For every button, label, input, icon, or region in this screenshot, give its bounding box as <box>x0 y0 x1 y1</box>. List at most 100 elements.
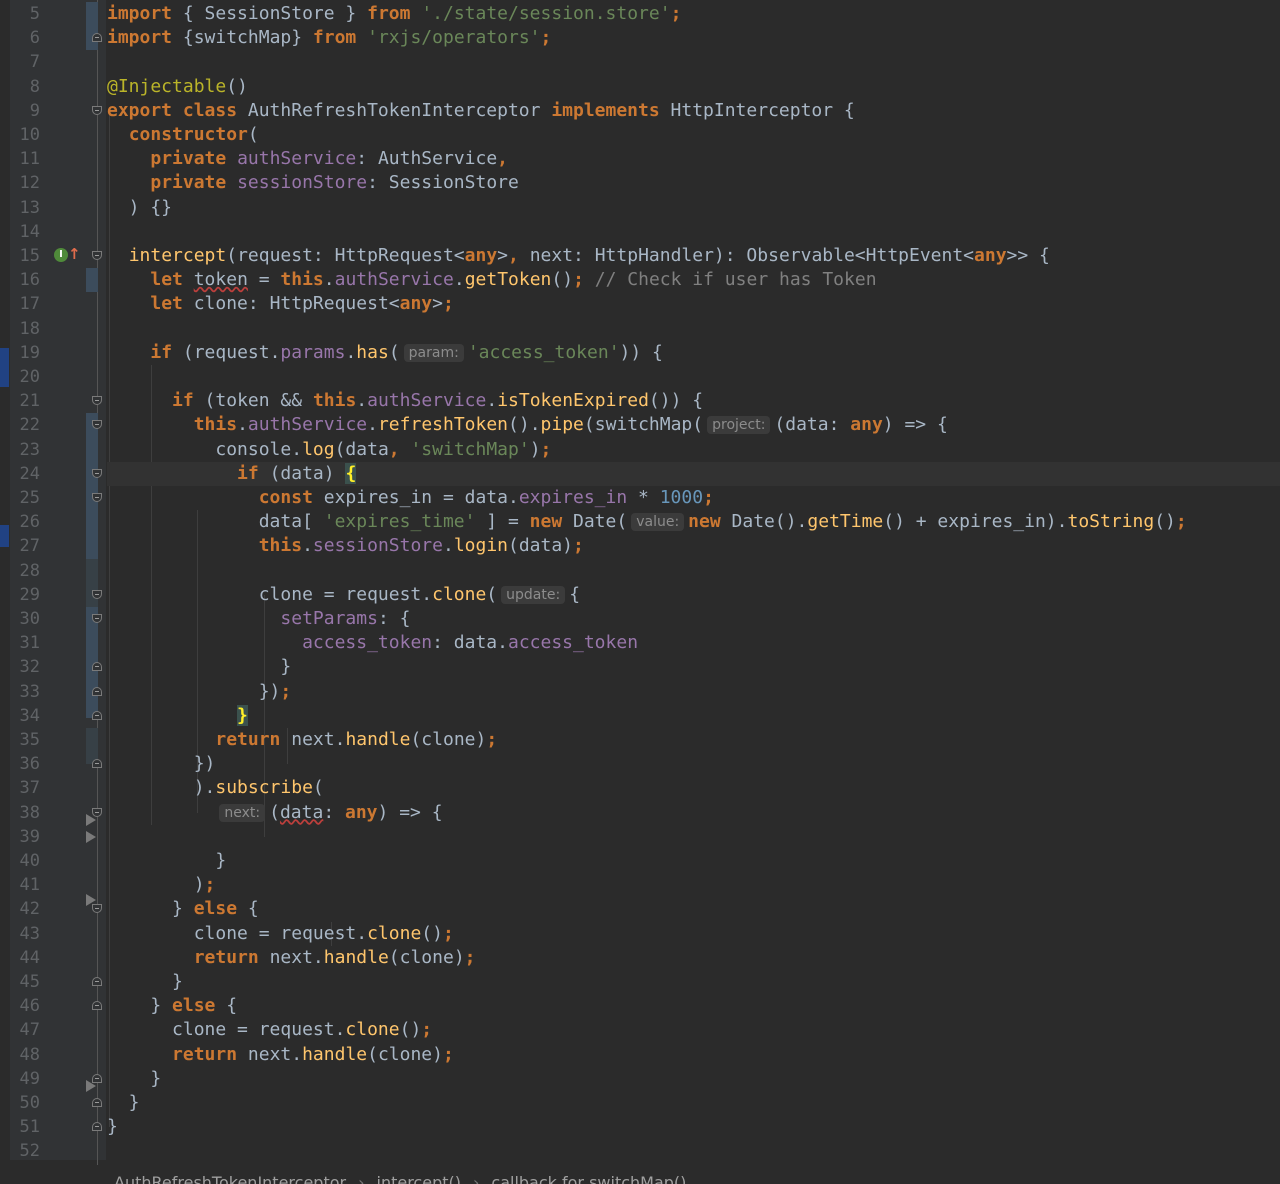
fold-icon[interactable] <box>92 686 102 696</box>
code-line[interactable]: export class AuthRefreshTokenInterceptor… <box>107 99 855 123</box>
vcs-change-marker[interactable] <box>86 558 98 607</box>
collapsed-region-arrow-icon[interactable] <box>86 813 96 826</box>
breadcrumb: AuthRefreshTokenInterceptor › intercept() ›… <box>114 1173 686 1184</box>
line-number: 47 <box>19 1020 40 1041</box>
code-line[interactable]: clone = request.clone(); <box>107 1018 432 1042</box>
collapsed-region-arrow-icon[interactable] <box>86 1080 96 1093</box>
bookmark-marker[interactable] <box>0 365 9 387</box>
fold-icon[interactable] <box>92 1122 102 1132</box>
code-line[interactable]: setParams: { <box>107 607 410 631</box>
code-token: subscribe <box>215 777 313 799</box>
code-line[interactable]: return next.handle(clone); <box>107 946 476 970</box>
fold-icon[interactable] <box>92 468 102 478</box>
code-line[interactable]: let token = this.authService.getToken();… <box>107 268 876 292</box>
code-line[interactable]: constructor( <box>107 123 259 147</box>
code-token: ] = <box>475 511 530 533</box>
code-line[interactable]: } <box>107 655 291 679</box>
code-token: authService <box>334 269 454 291</box>
code-line[interactable]: if (request.params.has(param:'access_tok… <box>107 341 663 365</box>
code-editor[interactable]: 5 6 7 8 9 10 11 12 13 14 15 16 17 18 19 20 21 22 23 24 25 26 2… <box>0 0 1280 1184</box>
fold-icon[interactable] <box>92 105 102 115</box>
code-token: any <box>850 414 883 436</box>
code-line[interactable]: } else { <box>107 994 237 1018</box>
code-line[interactable]: if (data) { <box>107 461 1280 486</box>
code-token: HttpInterceptor { <box>659 99 855 121</box>
line-number: 18 <box>19 318 40 339</box>
code-line[interactable]: data[ 'expires_time' ] = new Date(value:… <box>107 510 1187 534</box>
code-line[interactable]: private sessionStore: SessionStore <box>107 171 518 195</box>
code-token: next. <box>237 1043 303 1065</box>
code-line[interactable]: } <box>107 704 248 728</box>
code-line[interactable]: next: (data: any) => { <box>107 801 443 825</box>
code-line[interactable]: return next.handle(clone); <box>107 728 497 752</box>
code-token: if <box>237 462 259 484</box>
code-line[interactable]: let clone: HttpRequest<any>; <box>107 292 453 316</box>
code-line[interactable]: clone = request.clone(); <box>107 922 454 946</box>
code-token: ; <box>670 3 682 24</box>
fold-icon[interactable] <box>92 710 102 720</box>
code-line[interactable]: } <box>107 1067 161 1091</box>
line-number: 16 <box>19 270 40 291</box>
implements-method-icon[interactable]: I <box>54 248 68 262</box>
code-token: = <box>247 269 281 291</box>
collapsed-region-arrow-icon[interactable] <box>86 893 96 906</box>
code-token: ( <box>388 341 400 363</box>
code-token: {switchMap} <box>172 27 313 49</box>
code-token: setParams <box>280 608 378 629</box>
fold-icon[interactable] <box>92 662 102 672</box>
code-line[interactable]: } <box>107 849 226 873</box>
code-line[interactable]: }); <box>107 680 292 704</box>
bookmark-marker[interactable] <box>0 524 9 547</box>
breadcrumb-item[interactable]: AuthRefreshTokenInterceptor <box>114 1173 346 1184</box>
line-number: 6 <box>29 28 40 49</box>
code-line[interactable]: clone = request.clone(update:{ <box>107 583 580 607</box>
code-token: { <box>237 898 259 920</box>
fold-icon[interactable] <box>92 33 102 43</box>
code-line[interactable]: const expires_in = data.expires_in * 100… <box>107 486 714 510</box>
code-line[interactable]: }) <box>107 752 216 776</box>
line-number: 8 <box>29 76 40 97</box>
warning-identifier: token <box>193 269 248 291</box>
line-number: 36 <box>19 754 40 775</box>
code-line[interactable]: private authService: AuthService, <box>107 147 508 171</box>
code-line[interactable]: } <box>107 1115 118 1139</box>
code-line[interactable]: intercept(request: HttpRequest<any>, nex… <box>107 244 1050 268</box>
code-line[interactable]: } else { <box>107 897 259 921</box>
code-token: (request: HttpRequest< <box>226 245 465 266</box>
code-line[interactable]: console.log(data, 'switchMap'); <box>107 438 551 462</box>
fold-icon[interactable] <box>92 1001 102 1011</box>
fold-icon[interactable] <box>92 1098 102 1107</box>
code-line[interactable]: return next.handle(clone); <box>107 1043 454 1067</box>
code-line[interactable]: ) {} <box>107 196 172 220</box>
fold-icon[interactable] <box>92 977 102 986</box>
code-line[interactable]: ); <box>107 873 216 897</box>
fold-icon[interactable] <box>92 759 102 769</box>
collapsed-region-arrow-icon[interactable] <box>86 830 96 843</box>
code-token: pipe <box>540 414 584 436</box>
code-line[interactable]: this.sessionStore.login(data); <box>107 534 584 558</box>
breadcrumb-item[interactable]: callback for switchMap() <box>491 1173 686 1184</box>
code-line[interactable]: } <box>107 970 183 994</box>
code-line[interactable]: @Injectable() <box>107 75 248 99</box>
code-token: private <box>150 172 227 194</box>
code-line[interactable]: import { SessionStore } from './state/se… <box>107 2 681 26</box>
breadcrumb-item[interactable]: intercept() <box>377 1173 461 1184</box>
code-token: login <box>453 535 508 557</box>
code-line[interactable]: import {switchMap} from 'rxjs/operators'… <box>107 26 551 50</box>
code-line[interactable]: } <box>107 1091 140 1115</box>
code-line[interactable]: if (token && this.authService.isTokenExp… <box>107 389 703 413</box>
code-token: toString <box>1067 511 1155 533</box>
code-token: return <box>193 946 259 968</box>
vcs-change-marker[interactable] <box>86 2 98 51</box>
vcs-change-marker[interactable] <box>86 268 98 293</box>
fold-icon[interactable] <box>92 589 102 599</box>
code-line[interactable]: access_token: data.access_token <box>107 631 638 655</box>
code-line[interactable]: this.authService.refreshToken().pipe(swi… <box>107 413 948 437</box>
code-line[interactable]: ).subscribe( <box>107 776 324 800</box>
navigate-up-arrow-icon[interactable]: ↑ <box>68 246 81 262</box>
